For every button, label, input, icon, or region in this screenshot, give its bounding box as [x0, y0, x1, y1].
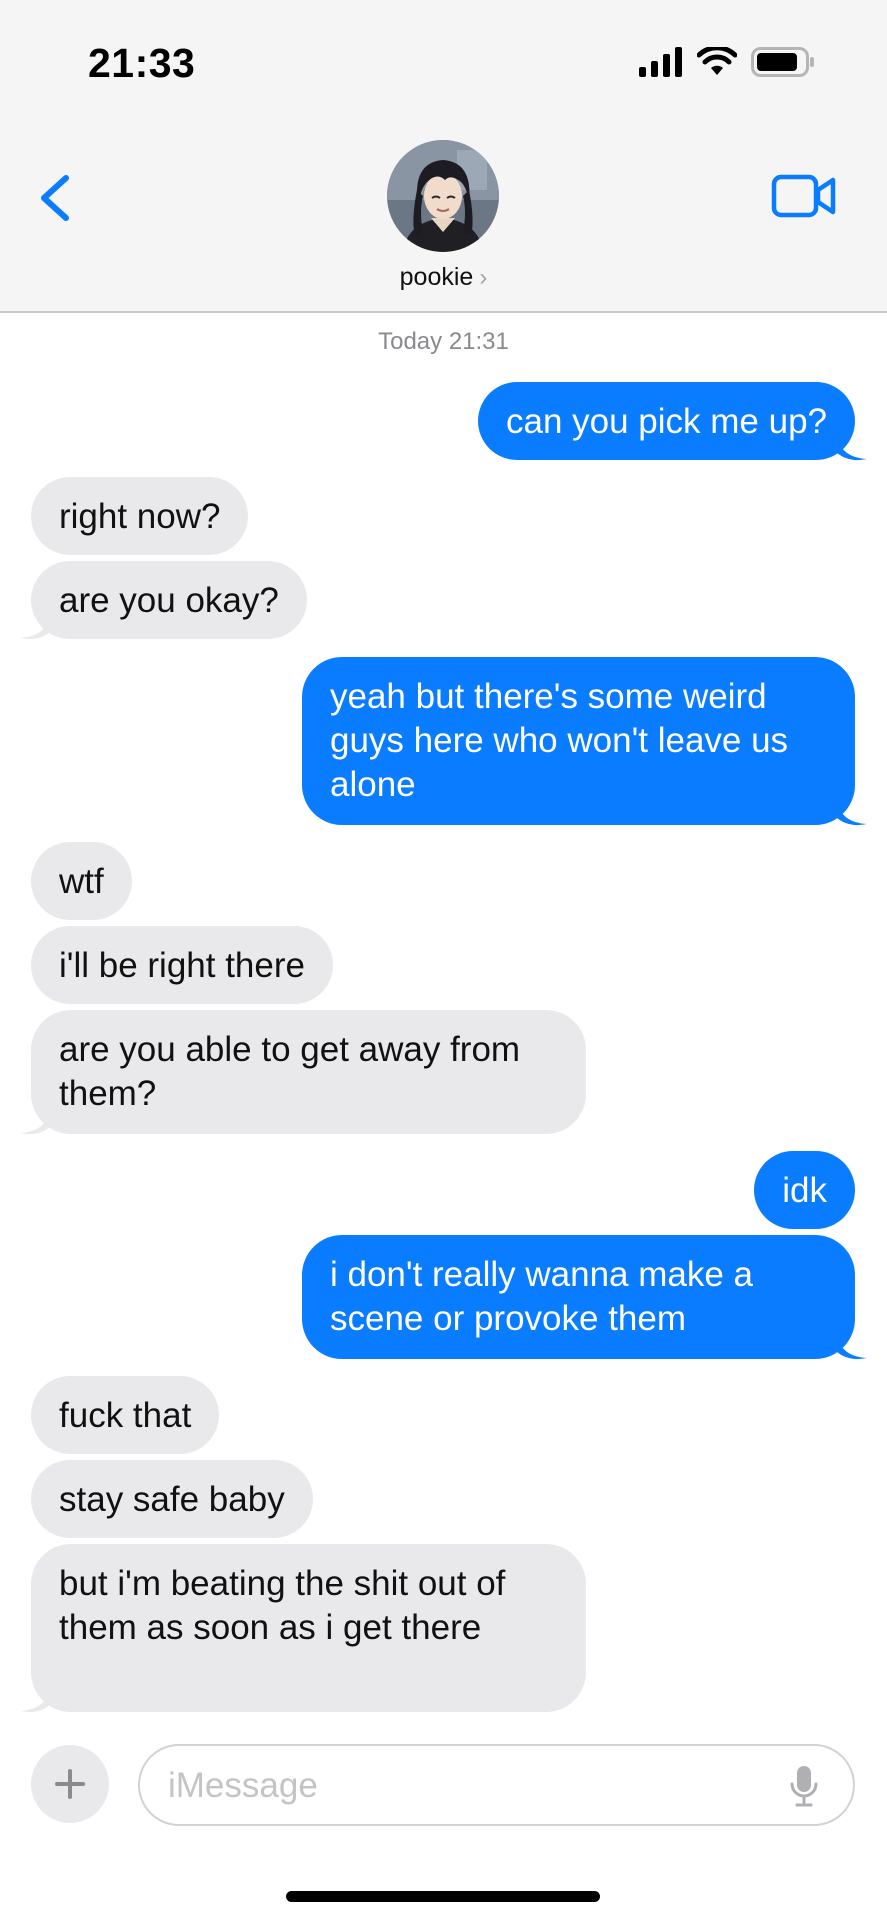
conversation-timestamp: Today 21:31	[378, 328, 509, 355]
contact-name: pookie	[399, 263, 474, 291]
incoming-message[interactable]: are you able to get away from them?	[31, 1010, 586, 1134]
contact-avatar[interactable]	[387, 140, 499, 252]
contact-name-button[interactable]: pookie ›	[0, 263, 887, 292]
incoming-message[interactable]: but i'm beating the shit out of them as …	[31, 1544, 586, 1712]
bubble-tail-outgoing	[836, 436, 867, 461]
incoming-message[interactable]: i'll be right there	[31, 926, 333, 1004]
incoming-message[interactable]: fuck that	[31, 1376, 220, 1454]
incoming-message[interactable]: right now?	[31, 477, 249, 555]
message-input[interactable]	[168, 1760, 768, 1812]
chevron-left-icon	[41, 175, 69, 221]
dictation-button[interactable]	[789, 1764, 819, 1808]
outgoing-message[interactable]: can you pick me up?	[477, 382, 855, 460]
bubble-tail-incoming	[20, 615, 51, 640]
signal-bars-icon	[639, 47, 682, 77]
message-composer	[138, 1744, 855, 1826]
status-time: 21:33	[88, 40, 196, 86]
outgoing-message[interactable]: idk	[754, 1151, 855, 1229]
messages-screen: 21:33 pookie › Today 21:31 can you pick …	[0, 0, 887, 1920]
plus-icon	[55, 1769, 85, 1799]
home-indicator[interactable]	[286, 1891, 600, 1902]
avatar-image	[387, 140, 499, 252]
incoming-message[interactable]: stay safe baby	[31, 1460, 313, 1538]
bubble-tail-incoming	[20, 1688, 51, 1713]
status-icons	[639, 46, 815, 78]
conversation-header: 21:33 pookie ›	[0, 0, 887, 313]
bubble-tail-outgoing	[836, 1335, 867, 1360]
add-attachment-button[interactable]	[31, 1745, 109, 1823]
incoming-message[interactable]: are you okay?	[31, 561, 307, 639]
video-call-button[interactable]	[771, 172, 837, 220]
outgoing-message[interactable]: yeah but there's some weird guys here wh…	[302, 657, 855, 825]
chevron-right-icon: ›	[479, 263, 488, 291]
wifi-icon	[697, 47, 737, 75]
back-button[interactable]	[30, 168, 80, 228]
bubble-tail-outgoing	[836, 801, 867, 826]
video-camera-icon	[771, 174, 836, 218]
microphone-icon	[790, 1766, 818, 1807]
incoming-message[interactable]: wtf	[31, 842, 132, 920]
bubble-tail-incoming	[20, 1110, 51, 1135]
battery-icon	[751, 47, 814, 77]
outgoing-message[interactable]: i don't really wanna make a scene or pro…	[302, 1235, 855, 1359]
